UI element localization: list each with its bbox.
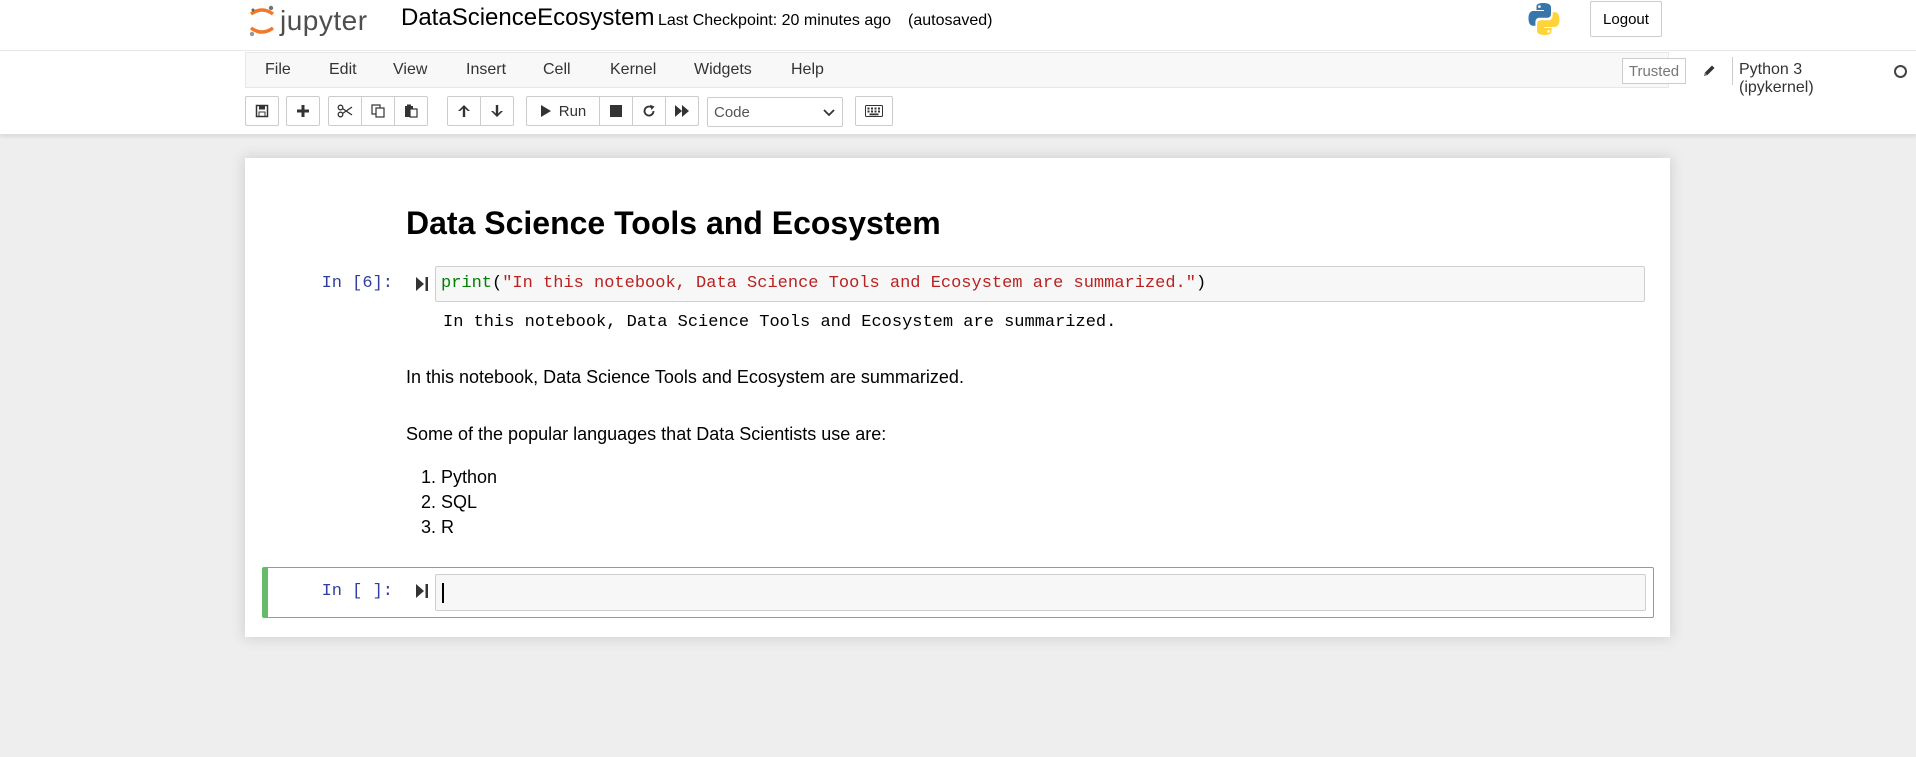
kernel-idle-icon: [1894, 65, 1907, 78]
stop-icon: [610, 105, 622, 117]
code-builtin: print: [441, 274, 493, 293]
arrow-up-icon: [458, 105, 470, 117]
notebook-name[interactable]: DataScienceEcosystem: [401, 4, 654, 32]
insert-cell-button[interactable]: [286, 96, 320, 126]
menu-view[interactable]: View: [393, 61, 427, 79]
list-item: 2. SQL: [421, 492, 478, 512]
list-item: 1. Python: [421, 467, 498, 487]
menu-kernel[interactable]: Kernel: [610, 61, 656, 79]
notebook-title-heading[interactable]: Data Science Tools and Ecosystem: [406, 205, 941, 242]
trusted-indicator[interactable]: Trusted: [1622, 58, 1686, 84]
cut-button[interactable]: [328, 96, 362, 126]
paste-icon: [405, 104, 418, 118]
run-cell-icon[interactable]: [415, 276, 429, 292]
empty-cell-prompt: In [ ]:: [321, 582, 393, 601]
arrow-down-icon: [491, 105, 503, 117]
menu-cell[interactable]: Cell: [543, 61, 571, 79]
logout-button[interactable]: Logout: [1590, 1, 1662, 37]
menu-widgets[interactable]: Widgets: [694, 61, 752, 79]
menu-edit[interactable]: Edit: [329, 61, 357, 79]
text-cursor: [442, 583, 444, 603]
cell-type-value: Code: [714, 103, 750, 121]
jupyter-logo-icon: [249, 5, 275, 37]
list-item: 3. R: [421, 517, 455, 537]
kernel-divider: [1732, 57, 1733, 85]
interrupt-button[interactable]: [599, 96, 633, 126]
run-cell-icon[interactable]: [415, 583, 429, 599]
command-palette-group: [855, 96, 893, 126]
run-label: Run: [558, 102, 587, 120]
fast-forward-icon: [675, 105, 689, 117]
copy-button[interactable]: [361, 96, 395, 126]
paste-button[interactable]: [394, 96, 428, 126]
code-cell-output: In this notebook, Data Science Tools and…: [443, 313, 1117, 332]
cell-type-select[interactable]: Code: [707, 97, 843, 127]
plus-icon: [297, 105, 309, 117]
code-paren-close: ): [1195, 274, 1207, 293]
code-paren-open: (: [492, 274, 503, 293]
pencil-icon[interactable]: [1698, 59, 1720, 83]
run-group: Run: [526, 96, 699, 126]
keyboard-icon: [865, 105, 883, 117]
autosave-status: (autosaved): [908, 12, 993, 29]
notebook-container: Data Science Tools and Ecosystem In [6]:…: [245, 158, 1670, 637]
restart-run-all-button[interactable]: [665, 96, 699, 126]
header-top-bar: jupyter DataScienceEcosystem Last Checkp…: [0, 0, 1916, 51]
code-line: print("In this notebook, Data Science To…: [441, 274, 1206, 293]
command-palette-button[interactable]: [855, 96, 893, 126]
save-button[interactable]: [245, 96, 279, 126]
jupyter-logo[interactable]: jupyter: [248, 3, 368, 39]
markdown-languages-intro[interactable]: Some of the popular languages that Data …: [406, 424, 886, 445]
move-down-button[interactable]: [480, 96, 514, 126]
menu-help[interactable]: Help: [791, 61, 824, 79]
chevron-down-icon: [823, 109, 835, 117]
languages-list: 1. Python 2. SQL 3. R: [421, 465, 497, 540]
insert-group: [286, 96, 320, 126]
jupyter-logo-text: jupyter: [280, 5, 368, 36]
restart-icon: [643, 104, 655, 117]
empty-cell-input[interactable]: [435, 574, 1646, 611]
code-cell-input[interactable]: print("In this notebook, Data Science To…: [435, 266, 1645, 302]
code-cell-prompt: In [6]:: [321, 274, 393, 293]
selected-code-cell[interactable]: In [ ]:: [262, 567, 1654, 618]
move-group: [447, 96, 514, 126]
menu-bar: File Edit View Insert Cell Kernel Widget…: [245, 52, 1907, 96]
save-icon: [255, 104, 269, 118]
checkpoint-status: Last Checkpoint: 20 minutes ago: [658, 12, 892, 29]
play-icon: [540, 105, 551, 117]
run-button[interactable]: Run: [526, 96, 600, 126]
restart-button[interactable]: [632, 96, 666, 126]
save-group: [245, 96, 279, 126]
python-logo-icon: [1528, 3, 1560, 36]
markdown-intro[interactable]: In this notebook, Data Science Tools and…: [406, 367, 964, 388]
code-string: "In this notebook, Data Science Tools an…: [502, 274, 1196, 293]
kernel-name[interactable]: Python 3 (ipykernel): [1739, 61, 1814, 97]
move-up-button[interactable]: [447, 96, 481, 126]
scissors-icon: [337, 104, 353, 118]
menu-file[interactable]: File: [265, 61, 291, 79]
copy-icon: [371, 104, 385, 118]
notebook-header: jupyter DataScienceEcosystem Last Checkp…: [0, 0, 1916, 135]
menu-insert[interactable]: Insert: [466, 61, 506, 79]
clipboard-group: [328, 96, 428, 126]
